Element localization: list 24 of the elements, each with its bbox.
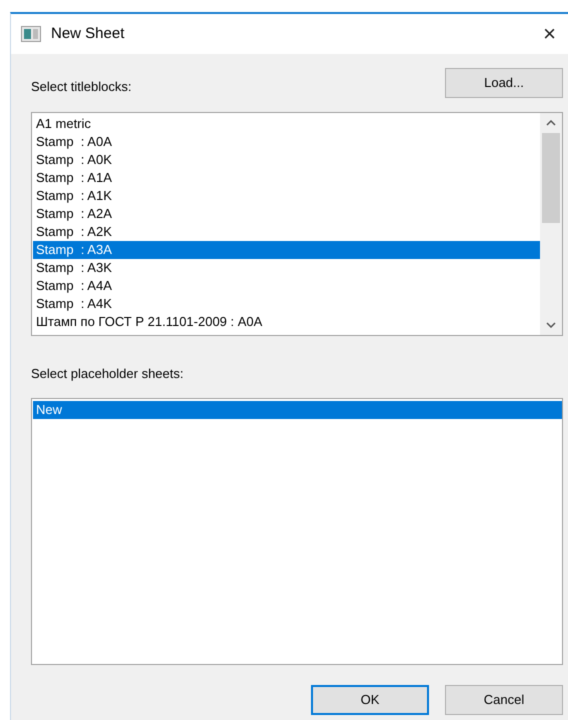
list-item[interactable]: Stamp : A4A	[33, 277, 540, 295]
list-item[interactable]: Stamp : A3A	[33, 241, 540, 259]
list-item[interactable]: Stamp : A4K	[33, 295, 540, 313]
list-item[interactable]: Stamp : A3K	[33, 259, 540, 277]
close-button[interactable]: ×	[539, 23, 560, 45]
load-button[interactable]: Load...	[445, 68, 563, 98]
section-label: Select placeholder sheets:	[31, 365, 184, 383]
list-item[interactable]: Штамп по ГОСТ Р 21.1101-2009 : A0A	[33, 313, 540, 331]
scroll-up-icon[interactable]	[546, 120, 556, 126]
list-item[interactable]: Stamp : A2K	[33, 223, 540, 241]
scroll-down-icon[interactable]	[546, 322, 556, 328]
list-item[interactable]: Stamp : A2A	[33, 205, 540, 223]
list-item[interactable]: A1 metric	[33, 115, 540, 133]
scroll-bar[interactable]	[540, 113, 562, 335]
list-item[interactable]: New	[33, 400, 562, 418]
list-item[interactable]: Stamp : A0K	[33, 151, 540, 169]
app-icon	[21, 26, 41, 42]
ok-button[interactable]: OK	[311, 684, 429, 714]
cancel-button[interactable]: Cancel	[445, 684, 563, 714]
window-title: New Sheet	[51, 24, 126, 44]
list-item[interactable]: Stamp : A1A	[33, 169, 540, 187]
list-item[interactable]: Stamp : A1K	[33, 187, 540, 205]
list-item[interactable]: Stamp : A0A	[33, 133, 540, 151]
section-label: Select titleblocks:	[31, 78, 132, 96]
